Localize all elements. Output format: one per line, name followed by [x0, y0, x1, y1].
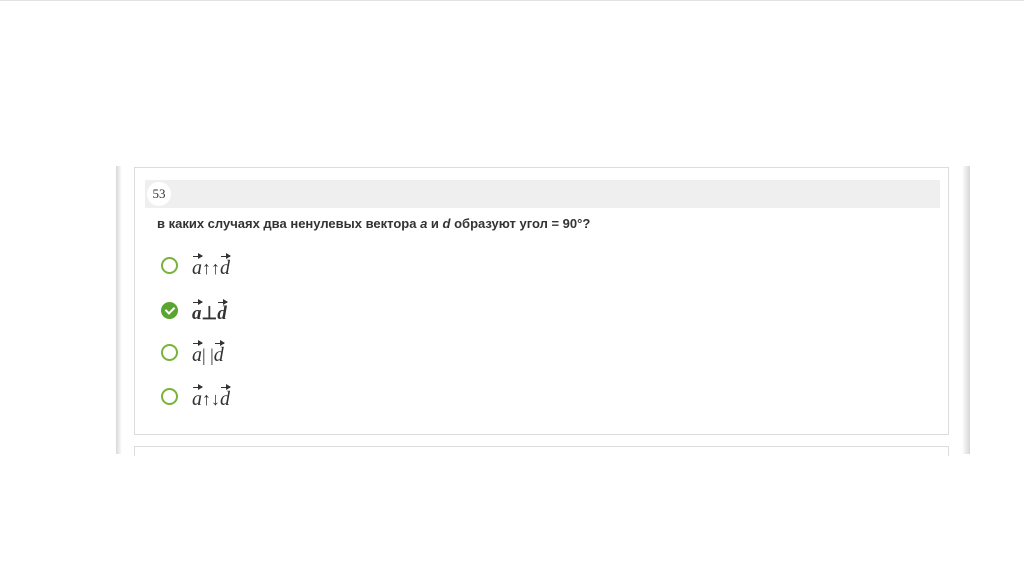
- question-text: в каких случаях два ненулевых вектора a …: [157, 216, 590, 231]
- answer-formula: a| |d: [192, 340, 225, 368]
- question-number-bar: 53: [145, 180, 940, 208]
- radio-button[interactable]: [161, 344, 178, 361]
- question-text-part: образуют угол = 90°?: [450, 216, 591, 231]
- question-card: 53 в каких случаях два ненулевых вектора…: [134, 167, 949, 435]
- answer-option-3[interactable]: a| |d: [161, 340, 461, 368]
- radio-button[interactable]: [161, 388, 178, 405]
- vector-d: d: [220, 253, 231, 279]
- question-text-part: в каких случаях два ненулевых вектора: [157, 216, 421, 231]
- vector-a: a: [192, 299, 202, 327]
- vector-d: d: [217, 299, 228, 327]
- vector-a: a: [192, 384, 203, 410]
- relation-symbol: ↑↑: [202, 258, 220, 278]
- question-text-part: и: [427, 216, 443, 231]
- answer-option-4[interactable]: a↑↓d: [161, 384, 461, 412]
- vector-d: d: [220, 384, 231, 410]
- answer-option-1[interactable]: a↑↑d: [161, 253, 461, 281]
- question-number-badge: 53: [147, 182, 171, 206]
- relation-symbol: | |: [202, 345, 214, 365]
- relation-symbol: ↑↓: [202, 389, 220, 409]
- next-question-card: [134, 446, 949, 456]
- radio-button[interactable]: [161, 257, 178, 274]
- answer-option-2[interactable]: a⊥d: [161, 299, 461, 327]
- vector-a: a: [192, 340, 203, 366]
- frame-right-shadow: [962, 166, 970, 454]
- answer-formula: a↑↓d: [192, 384, 231, 412]
- relation-symbol: ⊥: [201, 303, 218, 323]
- frame-left-shadow: [116, 166, 122, 454]
- radio-checked-icon[interactable]: [161, 302, 178, 319]
- vector-a: a: [192, 253, 203, 279]
- top-border: [0, 0, 1024, 1]
- answer-formula: a↑↑d: [192, 253, 231, 281]
- vector-d: d: [213, 340, 225, 366]
- answer-formula: a⊥d: [192, 299, 228, 327]
